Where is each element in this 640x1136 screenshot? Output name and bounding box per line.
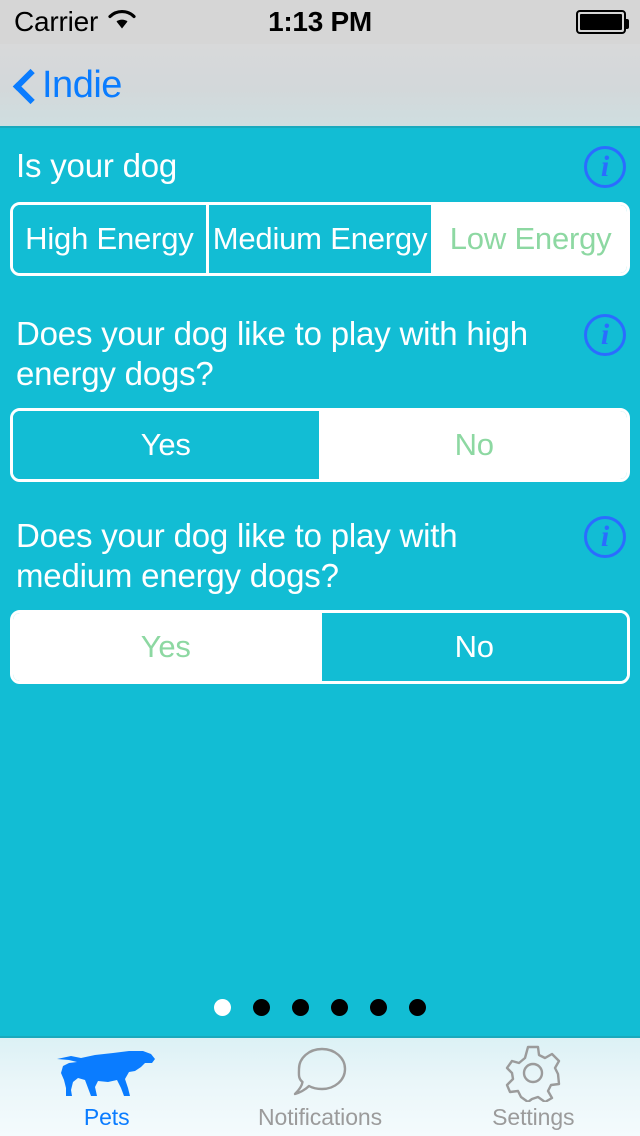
info-icon[interactable]: i [584, 314, 626, 356]
segment-yes[interactable]: Yes [13, 411, 319, 479]
gear-icon [504, 1044, 562, 1102]
chevron-left-icon [14, 67, 36, 103]
wifi-icon [107, 9, 137, 36]
segment-high-energy[interactable]: High Energy [13, 205, 206, 273]
segment-no[interactable]: No [318, 613, 627, 681]
page-dot[interactable] [292, 999, 309, 1016]
back-button-label: Indie [42, 63, 122, 106]
speech-bubble-icon [291, 1044, 349, 1102]
segmented-control-high-energy-play[interactable]: Yes No [10, 408, 630, 482]
info-icon[interactable]: i [584, 146, 626, 188]
tab-label-settings: Settings [492, 1103, 575, 1130]
navigation-bar: Indie [0, 44, 640, 128]
status-bar-right [576, 10, 629, 34]
segment-medium-energy[interactable]: Medium Energy [205, 205, 432, 273]
question-row: Does your dog like to play with medium e… [10, 516, 630, 596]
tab-settings[interactable]: Settings [427, 1038, 640, 1136]
segmented-control-energy-level[interactable]: High Energy Medium Energy Low Energy [10, 202, 630, 276]
segment-yes[interactable]: Yes [13, 613, 319, 681]
question-label: Does your dog like to play with medium e… [16, 517, 458, 594]
page-control[interactable] [0, 999, 640, 1016]
segmented-control-medium-energy-play[interactable]: Yes No [10, 610, 630, 684]
tab-notifications[interactable]: Notifications [213, 1038, 426, 1136]
question-block-medium-energy-play: Does your dog like to play with medium e… [0, 516, 640, 684]
page-dot[interactable] [370, 999, 387, 1016]
tab-label-pets: Pets [83, 1103, 130, 1130]
question-label: Does your dog like to play with high ene… [16, 315, 528, 392]
battery-full-icon [576, 10, 629, 34]
page-dot[interactable] [409, 999, 426, 1016]
page-dot[interactable] [253, 999, 270, 1016]
carrier-label: Carrier [14, 6, 99, 37]
tab-label-notifications: Notifications [258, 1103, 382, 1130]
segment-low-energy[interactable]: Low Energy [431, 205, 627, 273]
dog-icon [51, 1044, 163, 1102]
info-icon-wrap: i [582, 314, 628, 356]
segment-no[interactable]: No [318, 411, 627, 479]
info-icon[interactable]: i [584, 516, 626, 558]
info-icon-wrap: i [582, 146, 628, 188]
back-button[interactable]: Indie [14, 64, 122, 107]
app-screen: Carrier 1:13 PM Indie Is your dog i High… [0, 0, 640, 1136]
page-dot[interactable] [331, 999, 348, 1016]
question-row: Does your dog like to play with high ene… [10, 314, 630, 394]
content-area: Is your dog i High Energy Medium Energy … [0, 128, 640, 1036]
tab-pets[interactable]: Pets [0, 1038, 213, 1136]
info-icon-wrap: i [582, 516, 628, 558]
tab-bar: Pets Notifications Settings [0, 1036, 640, 1136]
status-bar-left: Carrier [14, 6, 137, 38]
question-label: Is your dog [16, 147, 178, 184]
question-row: Is your dog i [10, 146, 630, 188]
question-block-energy-level: Is your dog i High Energy Medium Energy … [0, 146, 640, 276]
question-block-high-energy-play: Does your dog like to play with high ene… [0, 314, 640, 482]
status-bar: Carrier 1:13 PM [0, 0, 640, 44]
page-dot[interactable] [214, 999, 231, 1016]
